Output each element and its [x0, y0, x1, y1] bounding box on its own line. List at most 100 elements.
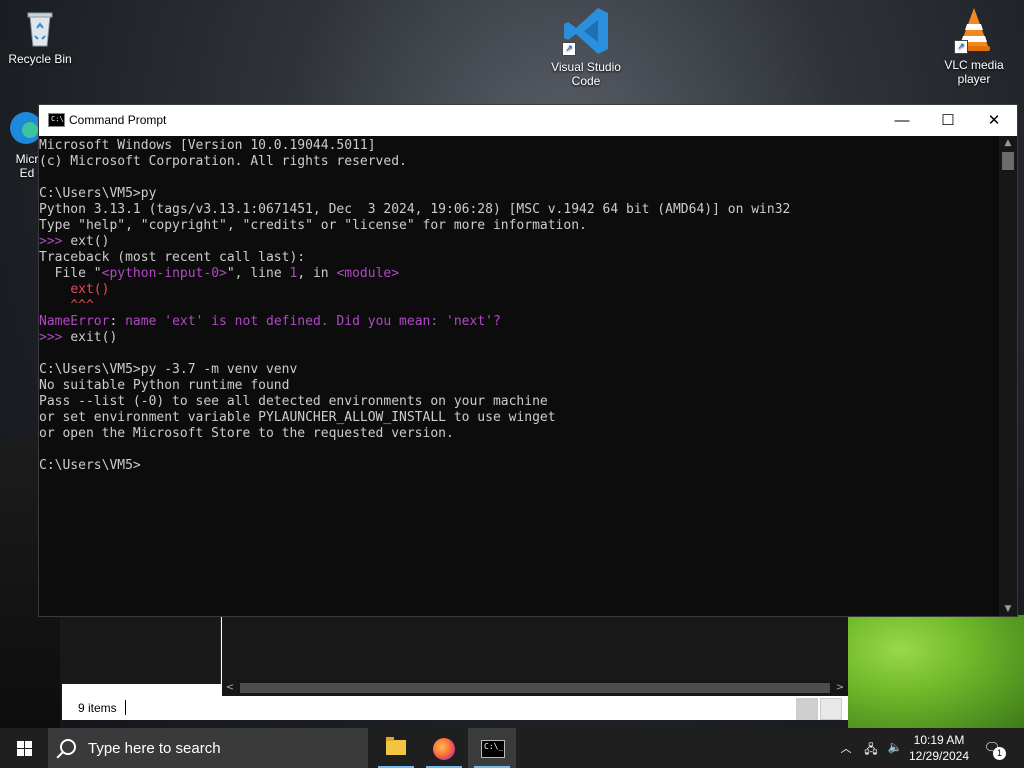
vscode-icon: ↗ [562, 6, 610, 56]
console-text-segment: Python 3.13.1 (tags/v3.13.1:0671451, Dec… [39, 202, 791, 217]
taskbar-search-box[interactable]: Type here to search [48, 728, 368, 768]
console-line: ^^^ [39, 298, 999, 314]
vlc-cone-icon: ↗ [954, 6, 994, 54]
explorer-status-bar: 9 items [62, 696, 848, 720]
console-line: (c) Microsoft Corporation. All rights re… [39, 154, 999, 170]
scroll-right-arrow-icon[interactable]: > [832, 680, 848, 696]
console-line: ext() [39, 282, 999, 298]
console-text-segment: >>> [39, 234, 71, 249]
console-text-segment [39, 282, 70, 297]
edge-icon [4, 108, 42, 148]
console-text-segment: Pass --list (-0) to see all detected env… [39, 394, 548, 409]
console-text-segment: : [109, 314, 126, 329]
console-text-segment: ^^^ [70, 298, 94, 313]
console-text-segment: <python-input-0> [101, 266, 227, 281]
scrollbar-thumb[interactable] [1002, 152, 1014, 170]
console-line: C:\Users\VM5>py -3.7 -m venv venv [39, 362, 999, 378]
desktop-icon-recycle-bin[interactable]: Recycle Bin [0, 8, 80, 66]
console-text-segment: File " [39, 266, 102, 281]
clock[interactable]: 10:19 AM 12/29/2024 [906, 732, 972, 764]
windows-logo-icon [17, 741, 32, 756]
desktop-icon-label: Visual Studio Code [551, 60, 621, 88]
maximize-button[interactable]: ☐ [925, 105, 971, 136]
console-text-segment: C:\Users\VM5>py -3.7 -m venv venv [39, 362, 298, 377]
console-text-segment: ", line [226, 266, 290, 281]
console-line: >>> ext() [39, 234, 999, 250]
search-icon [60, 739, 76, 755]
command-prompt-window[interactable]: C:\ Command Prompt — ☐ ✕ Microsoft Windo… [38, 104, 1018, 617]
console-line: C:\Users\VM5>py [39, 186, 999, 202]
console-text-segment: exit() [70, 330, 118, 345]
notification-badge: 1 [993, 747, 1006, 760]
window-titlebar[interactable]: C:\ Command Prompt — ☐ ✕ [39, 105, 1017, 136]
console-text-segment: C:\Users\VM5> [39, 458, 141, 473]
close-button[interactable]: ✕ [971, 105, 1017, 136]
start-button[interactable] [0, 728, 48, 768]
volume-muted-icon[interactable]: 🔈 [886, 740, 904, 756]
scrollbar-thumb[interactable] [240, 683, 830, 693]
horizontal-scrollbar[interactable]: < > [222, 680, 848, 696]
console-text-segment: or set environment variable PYLAUNCHER_A… [39, 410, 556, 425]
console-text-segment: ext() [70, 234, 110, 249]
minimize-button[interactable]: — [879, 105, 925, 136]
details-view-button[interactable] [796, 698, 818, 720]
shortcut-arrow-icon: ↗ [954, 40, 968, 54]
console-text-segment: No suitable Python runtime found [39, 378, 290, 393]
firefox-icon [433, 738, 455, 760]
taskbar-app-firefox[interactable] [420, 728, 468, 768]
desktop-icon-label: Recycle Bin [8, 52, 72, 66]
desktop-icon-label: VLC media player [944, 58, 1004, 86]
console-line: or set environment variable PYLAUNCHER_A… [39, 410, 999, 426]
console-text-segment: >>> [39, 330, 71, 345]
taskbar-app-file-explorer[interactable] [372, 728, 420, 768]
console-line: Pass --list (-0) to see all detected env… [39, 394, 999, 410]
desktop-wallpaper-tent [848, 615, 1024, 728]
console-text-segment: Traceback (most recent call last): [39, 250, 306, 265]
file-explorer-window[interactable]: < > 9 items [62, 610, 848, 720]
scroll-up-arrow-icon[interactable]: ▲ [999, 136, 1017, 150]
console-text-segment: , in [297, 266, 337, 281]
console-text-segment: <module> [336, 266, 400, 281]
console-text-segment: C:\Users\VM5>py [39, 186, 157, 201]
clock-date: 12/29/2024 [908, 749, 970, 763]
cmd-app-icon: C:\ [48, 113, 65, 127]
text-caret [125, 700, 126, 715]
shortcut-arrow-icon: ↗ [562, 42, 576, 56]
console-line: NameError: name 'ext' is not defined. Di… [39, 314, 999, 330]
taskbar: Type here to search C:\_ ︿ 🖧 🔈 10:19 AM … [0, 728, 1024, 768]
console-text-segment: NameError [39, 314, 110, 329]
large-icons-view-button[interactable] [820, 698, 842, 720]
console-line: or open the Microsoft Store to the reque… [39, 426, 999, 442]
console-text-segment: ext() [70, 282, 110, 297]
folder-icon [386, 737, 406, 755]
desktop-icon-vscode[interactable]: ↗ Visual Studio Code [546, 6, 626, 88]
console-line: Traceback (most recent call last): [39, 250, 999, 266]
scroll-down-arrow-icon[interactable]: ▼ [999, 602, 1017, 616]
desktop-icon-vlc[interactable]: ↗ VLC media player [934, 6, 1014, 86]
clock-time: 10:19 AM [913, 733, 965, 747]
taskbar-app-command-prompt[interactable]: C:\_ [468, 728, 516, 768]
console-text-segment: or open the Microsoft Store to the reque… [39, 426, 454, 441]
cmd-icon: C:\_ [481, 740, 505, 758]
action-center-icon[interactable]: 🗨 1 [982, 740, 1006, 760]
network-icon[interactable]: 🖧 [862, 740, 880, 756]
console-text-segment: name 'ext' is not defined. Did you mean:… [125, 314, 501, 329]
window-title: Command Prompt [69, 113, 167, 127]
console-line: File "<python-input-0>", line 1, in <mod… [39, 266, 999, 282]
console-text-segment: (c) Microsoft Corporation. All rights re… [39, 154, 407, 169]
console-output[interactable]: Microsoft Windows [Version 10.0.19044.50… [39, 136, 999, 616]
console-line: Microsoft Windows [Version 10.0.19044.50… [39, 138, 999, 154]
console-text-segment: Type "help", "copyright", "credits" or "… [39, 218, 587, 233]
recycle-bin-icon [20, 8, 60, 48]
navigation-pane[interactable] [62, 610, 221, 684]
item-count: 9 items [78, 701, 117, 715]
file-list-pane[interactable] [222, 610, 848, 684]
vertical-scrollbar[interactable]: ▲ ▼ [999, 136, 1017, 616]
console-line: C:\Users\VM5> [39, 458, 999, 474]
console-text-segment: Microsoft Windows [Version 10.0.19044.50… [39, 138, 376, 153]
show-hidden-icons-chevron-icon[interactable]: ︿ [838, 740, 854, 756]
scroll-left-arrow-icon[interactable]: < [222, 680, 238, 696]
